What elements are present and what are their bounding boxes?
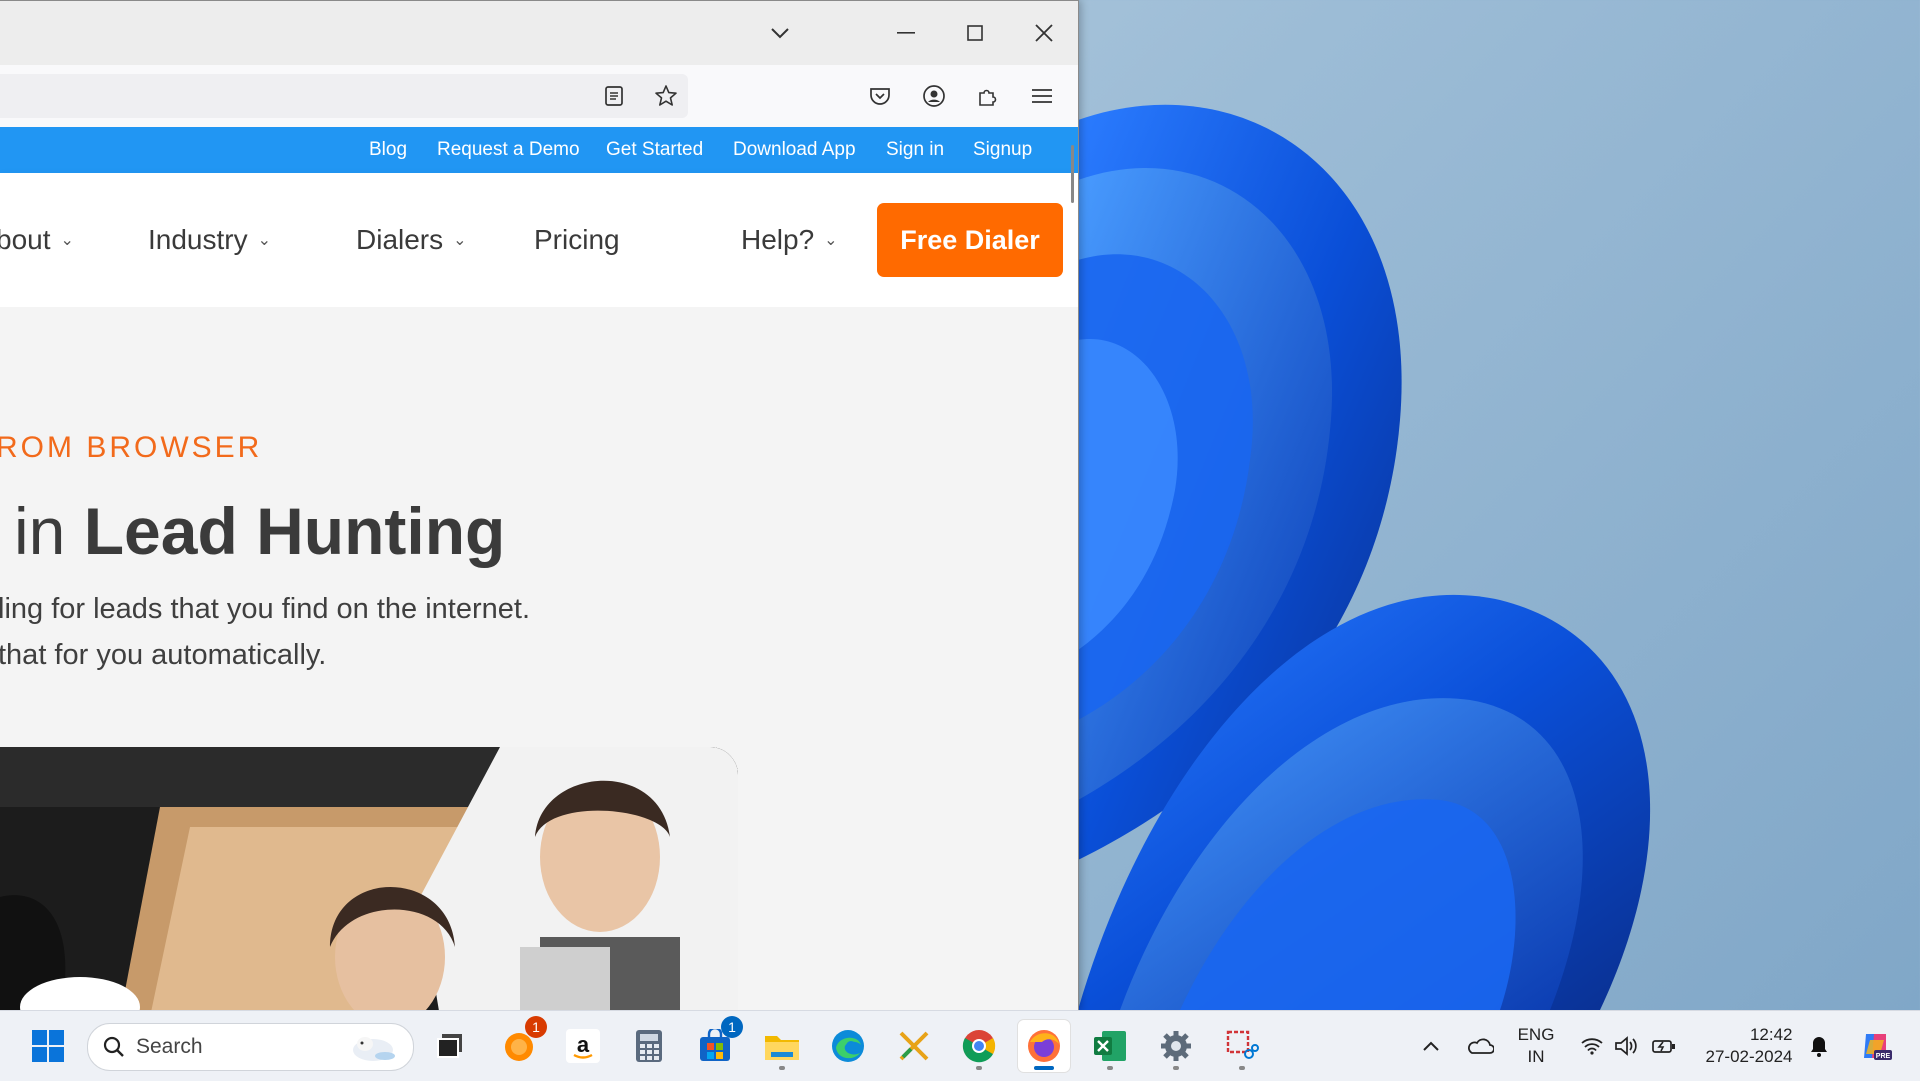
nav-item-label: Dialers <box>356 224 444 255</box>
nav-item-help[interactable]: Help? ⌄ <box>741 173 838 307</box>
page-scrollbar-thumb[interactable] <box>1071 145 1074 203</box>
extensions-icon[interactable] <box>974 82 1002 110</box>
running-indicator <box>1107 1066 1113 1070</box>
clock-date: 27-02-2024 <box>1705 1047 1793 1066</box>
address-bar[interactable] <box>0 74 688 118</box>
svg-text:a: a <box>577 1032 590 1057</box>
maximize-icon[interactable] <box>955 19 995 47</box>
hero-image <box>0 747 738 1011</box>
taskbar: Search 1 a 1 ENG IN 12:42 27-02-2024 PRE <box>0 1010 1920 1081</box>
nav-link-blog[interactable]: Blog <box>369 127 407 173</box>
task-view-icon[interactable] <box>424 1020 476 1072</box>
search-icon <box>102 1035 126 1059</box>
chevron-down-icon: ⌄ <box>453 232 467 249</box>
pocket-icon[interactable] <box>866 82 894 110</box>
nav-link-get-started[interactable]: Get Started <box>606 127 703 173</box>
search-highlight-icon <box>347 1030 397 1064</box>
browser-toolbar <box>0 65 1078 127</box>
chevron-down-icon: ⌄ <box>257 232 272 249</box>
free-dialer-button[interactable]: Free Dialer <box>877 203 1063 277</box>
menu-icon[interactable] <box>1028 82 1056 110</box>
volume-icon[interactable] <box>1611 1011 1643 1081</box>
file-explorer-icon[interactable] <box>756 1020 808 1072</box>
windows-start-icon[interactable] <box>22 1020 74 1072</box>
notification-badge: 1 <box>525 1016 547 1038</box>
nav-item-about[interactable]: bout ⌄ <box>0 173 74 307</box>
firefox-preview-icon[interactable]: 1 <box>493 1016 547 1072</box>
nav-link-download-app[interactable]: Download App <box>733 127 856 173</box>
settings-icon[interactable] <box>1150 1020 1202 1072</box>
running-indicator <box>1173 1066 1179 1070</box>
nav-item-label: Industry <box>148 224 248 255</box>
language-code: ENG <box>1517 1025 1555 1044</box>
notification-badge: 1 <box>721 1016 743 1038</box>
headline-emphasis: Lead Hunting <box>83 494 506 568</box>
taskbar-search[interactable]: Search <box>87 1023 414 1071</box>
chrome-icon[interactable] <box>953 1020 1005 1072</box>
chevron-down-icon[interactable] <box>766 19 794 47</box>
svg-text:PRE: PRE <box>1876 1053 1891 1060</box>
hero-subtext-line2: that for you automatically. <box>0 639 327 671</box>
chevron-up-icon[interactable] <box>1416 1011 1446 1081</box>
hero-section: ROM BROWSER in Lead Hunting ling for lea… <box>0 307 1078 1011</box>
close-icon[interactable] <box>1024 19 1064 47</box>
browser-window: Blog Request a Demo Get Started Download… <box>0 0 1079 1011</box>
language-region: IN <box>1527 1047 1545 1066</box>
firefox-icon[interactable] <box>1018 1020 1070 1072</box>
edge-icon[interactable] <box>822 1020 874 1072</box>
account-icon[interactable] <box>920 82 948 110</box>
hero-headline: in Lead Hunting <box>14 493 505 569</box>
bookmark-star-icon[interactable] <box>652 82 680 110</box>
nav-item-label: Help? <box>741 224 815 255</box>
nav-item-label: bout <box>0 224 51 255</box>
hero-subtext-line1: ling for leads that you find on the inte… <box>0 593 531 625</box>
clock[interactable]: 12:42 27-02-2024 <box>1694 1011 1804 1081</box>
clock-time: 12:42 <box>1749 1025 1793 1044</box>
chevron-down-icon: ⌄ <box>60 232 74 249</box>
search-placeholder: Search <box>136 1035 203 1058</box>
nav-link-signup[interactable]: Signup <box>973 127 1032 173</box>
chevron-down-icon: ⌄ <box>824 232 838 249</box>
nav-link-request-demo[interactable]: Request a Demo <box>437 127 580 173</box>
copilot-icon[interactable]: PRE <box>1854 1011 1898 1081</box>
snipping-tool-icon[interactable] <box>1216 1020 1268 1072</box>
running-indicator <box>779 1066 785 1070</box>
running-indicator <box>1239 1066 1245 1070</box>
minimize-icon[interactable] <box>886 19 926 47</box>
nav-item-dialers[interactable]: Dialers ⌄ <box>356 173 467 307</box>
nav-link-sign-in[interactable]: Sign in <box>886 127 944 173</box>
language-indicator[interactable]: ENG IN <box>1508 1011 1564 1081</box>
calculator-icon[interactable] <box>623 1020 675 1072</box>
snip-sketch-icon[interactable] <box>888 1020 940 1072</box>
amazon-icon[interactable]: a <box>557 1020 609 1072</box>
top-utility-nav: Blog Request a Demo Get Started Download… <box>0 127 1078 173</box>
wifi-icon[interactable] <box>1576 1011 1608 1081</box>
running-indicator <box>976 1066 982 1070</box>
nav-item-pricing[interactable]: Pricing <box>534 173 620 307</box>
battery-icon[interactable] <box>1648 1011 1680 1081</box>
onedrive-icon[interactable] <box>1462 1011 1498 1081</box>
running-indicator <box>1034 1066 1054 1070</box>
notification-bell-icon[interactable] <box>1804 1011 1834 1081</box>
excel-icon[interactable] <box>1084 1020 1136 1072</box>
main-nav: bout ⌄ Industry ⌄ Dialers ⌄ Pricing Help… <box>0 173 1078 307</box>
nav-item-label: Pricing <box>534 224 620 255</box>
hero-eyebrow: ROM BROWSER <box>0 431 263 464</box>
nav-item-industry[interactable]: Industry ⌄ <box>148 173 271 307</box>
reader-view-icon[interactable] <box>600 82 628 110</box>
browser-titlebar <box>0 1 1078 65</box>
store-icon[interactable]: 1 <box>689 1016 743 1072</box>
headline-prefix: in <box>14 494 84 568</box>
